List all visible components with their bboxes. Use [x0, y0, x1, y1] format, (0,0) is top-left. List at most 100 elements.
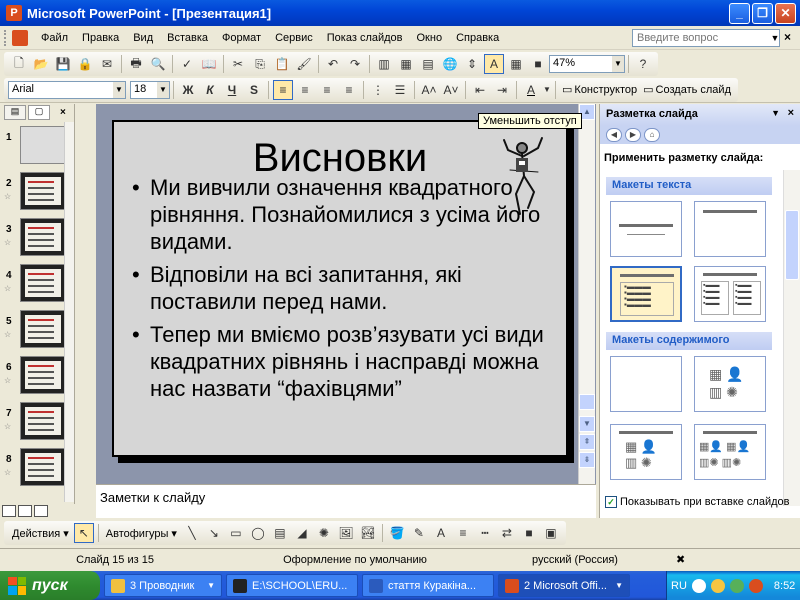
start-button[interactable]: пуск [0, 571, 100, 600]
animation-star-icon[interactable]: ☆ [4, 422, 11, 431]
new-slide-button[interactable]: ▭ Создать слайд [640, 83, 734, 97]
document-icon[interactable] [12, 29, 28, 46]
bullets-icon[interactable]: ☰ [390, 80, 410, 100]
expand-all-icon[interactable]: ⇕ [462, 54, 482, 74]
menu-tools[interactable]: Сервис [268, 32, 320, 44]
menu-window[interactable]: Окно [410, 32, 450, 44]
task-pane-scrollbar[interactable] [783, 170, 800, 506]
layout-title-only[interactable] [610, 201, 682, 257]
task-command-prompt[interactable]: E:\SCHOOL\ERU... [226, 574, 358, 597]
menu-edit[interactable]: Правка [75, 32, 126, 44]
slide-thumbnail[interactable]: 2 ☆ [0, 170, 66, 216]
bold-button[interactable]: Ж [178, 80, 198, 100]
undo-icon[interactable]: ↶ [323, 54, 343, 74]
print-preview-icon[interactable]: 🔍 [148, 54, 168, 74]
font-color-icon[interactable]: A [521, 80, 541, 100]
font-color-icon[interactable]: A [431, 523, 451, 543]
insert-table-icon[interactable]: ▦ [396, 54, 416, 74]
close-icon[interactable]: × [788, 107, 794, 119]
slide[interactable]: Висновки Ми вивчили означення квадратног… [112, 120, 568, 457]
powerpoint-app-icon[interactable]: P [6, 5, 22, 21]
show-on-insert-option[interactable]: ✓ Показывать при вставке слайдов [605, 496, 790, 508]
underline-button[interactable]: Ч [222, 80, 242, 100]
slides-pane-scrollbar[interactable] [64, 122, 74, 502]
text-layouts-header[interactable]: Макеты текста [606, 177, 772, 195]
designer-button[interactable]: ▭ Конструктор [559, 83, 640, 97]
arrow-style-icon[interactable]: ⇄ [497, 523, 517, 543]
help-dropdown-icon[interactable]: ▼ [768, 29, 782, 47]
decrease-font-icon[interactable]: A˅ [441, 80, 461, 100]
increase-font-icon[interactable]: A˄ [419, 80, 439, 100]
layout-title-content[interactable]: ▦ 👤 ▥ ✺ [610, 424, 682, 480]
chevron-down-icon[interactable]: ▼ [612, 56, 624, 72]
menu-help[interactable]: Справка [449, 32, 506, 44]
open-icon[interactable]: 📂 [31, 54, 51, 74]
task-word-document[interactable]: стаття Куракіна... [362, 574, 494, 597]
align-right-icon[interactable]: ≡ [317, 80, 337, 100]
save-icon[interactable]: 💾 [53, 54, 73, 74]
back-arrow-icon[interactable] [691, 578, 706, 593]
slide-sorter-icon[interactable] [18, 505, 32, 517]
next-slide-icon[interactable]: ⇟ [579, 452, 595, 468]
new-icon[interactable]: 🗋 [9, 54, 29, 74]
chevron-down-icon[interactable]: ▼ [771, 108, 780, 118]
slide-thumbnail[interactable]: 1 [0, 124, 66, 170]
close-button[interactable]: ✕ [775, 3, 796, 24]
home-icon[interactable]: ⌂ [644, 128, 660, 142]
layout-title-two-content[interactable]: ▦👤 ▦👤 ▥✺ ▥✺ [694, 424, 766, 480]
animation-star-icon[interactable]: ☆ [4, 192, 11, 201]
slide-thumbnail[interactable]: 8 ☆ [0, 446, 66, 492]
checkbox-checked[interactable]: ✓ [605, 496, 617, 508]
color-grayscale-icon[interactable]: ■ [528, 54, 548, 74]
research-icon[interactable]: 📖 [199, 54, 219, 74]
animation-star-icon[interactable]: ☆ [4, 330, 11, 339]
document-close-icon[interactable]: × [784, 30, 791, 44]
slide-thumbnail[interactable]: 7 ☆ [0, 400, 66, 446]
email-icon[interactable]: ✉ [97, 54, 117, 74]
3d-style-icon[interactable]: ▣ [541, 523, 561, 543]
line-icon[interactable]: ╲ [182, 523, 202, 543]
zoom-combo[interactable]: 47% ▼ [549, 55, 625, 73]
show-grid-icon[interactable]: ▦ [506, 54, 526, 74]
shadow-style-icon[interactable]: ■ [519, 523, 539, 543]
menu-file[interactable]: Файл [34, 32, 75, 44]
chevron-down-icon[interactable]: ▼ [113, 81, 125, 98]
rectangle-icon[interactable]: ▭ [226, 523, 246, 543]
decrease-indent-icon[interactable]: ⇤ [470, 80, 490, 100]
align-center-icon[interactable]: ≡ [295, 80, 315, 100]
select-pointer-icon[interactable]: ↖ [73, 523, 94, 543]
numbering-icon[interactable]: ⋮ [368, 80, 388, 100]
layout-content[interactable]: ▦ 👤 ▥ ✺ [694, 356, 766, 412]
permission-icon[interactable]: 🔒 [75, 54, 95, 74]
close-icon[interactable]: × [60, 107, 66, 118]
forward-icon[interactable]: ▶ [625, 128, 641, 142]
spelling-status-icon[interactable]: ✖ [670, 551, 700, 569]
chevron-down-icon[interactable]: ▼ [157, 81, 169, 98]
oval-icon[interactable]: ◯ [248, 523, 268, 543]
arrow-icon[interactable]: ↘ [204, 523, 224, 543]
previous-slide-icon[interactable]: ⇞ [579, 434, 595, 450]
layout-two-columns[interactable]: ▪▬▬ ▪▬▬ ▪▬▬ ▪▬▬ ▪▬▬ ▪▬▬ ▪▬▬ ▪▬▬ [694, 266, 766, 322]
help-icon[interactable]: ? [633, 54, 653, 74]
chevron-down-icon[interactable]: ▼ [543, 80, 551, 100]
insert-chart-icon[interactable]: ▥ [374, 54, 394, 74]
task-office[interactable]: 2 Microsoft Offi... ▼ [498, 574, 630, 597]
slide-thumbnail[interactable]: 6 ☆ [0, 354, 66, 400]
notes-field[interactable]: Заметки к слайду [96, 484, 596, 518]
paste-icon[interactable]: 📋 [272, 54, 292, 74]
picture-icon[interactable]: 🏞 [358, 523, 378, 543]
scroll-down-icon[interactable]: ▼ [579, 416, 595, 432]
help-search-input[interactable]: Введите вопрос [632, 29, 780, 47]
slide-thumbnail[interactable]: 4 ☆ [0, 262, 66, 308]
tray-icon[interactable] [710, 578, 725, 593]
slideshow-icon[interactable] [34, 505, 48, 517]
shadow-button[interactable]: S [244, 80, 264, 100]
animation-star-icon[interactable]: ☆ [4, 238, 11, 247]
justify-icon[interactable]: ≡ [339, 80, 359, 100]
autoshapes-menu[interactable]: Автофигуры ▾ [102, 527, 181, 540]
format-painter-icon[interactable]: 🖌 [294, 54, 314, 74]
textbox-icon[interactable]: ▤ [270, 523, 290, 543]
scroll-thumb[interactable] [579, 394, 595, 410]
dash-style-icon[interactable]: ┅ [475, 523, 495, 543]
slide-thumbnail[interactable]: 5 ☆ [0, 308, 66, 354]
